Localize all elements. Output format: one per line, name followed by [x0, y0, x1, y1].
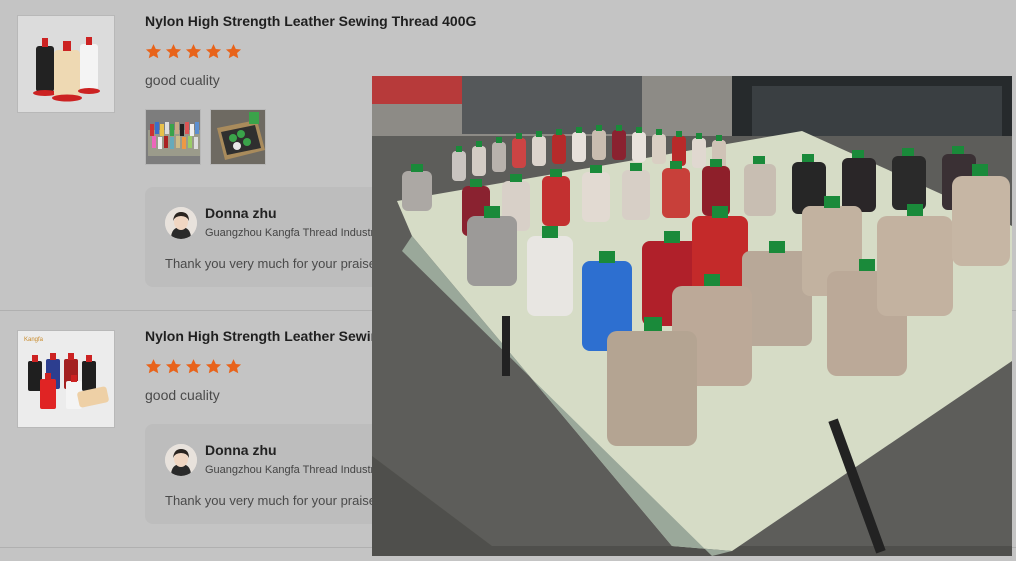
reply-message: Thank you very much for your praise [165, 493, 376, 508]
reply-message: Thank you very much for your praise [165, 256, 376, 271]
reply-author-name: Donna zhu [205, 442, 277, 458]
star-icon [205, 359, 222, 374]
reply-author-company: Guangzhou Kangfa Thread Industry [205, 464, 380, 476]
star-icon [225, 359, 242, 374]
star-icon [205, 44, 222, 59]
review-photo-thread-box[interactable] [210, 109, 266, 165]
rating-stars [145, 358, 242, 375]
star-icon [185, 359, 202, 374]
photo-lightbox[interactable] [372, 76, 1012, 556]
star-icon [145, 359, 162, 374]
star-icon [225, 44, 242, 59]
rating-stars [145, 43, 242, 60]
product-title[interactable]: Nylon High Strength Leather Sewing Threa… [145, 13, 476, 29]
star-icon [185, 44, 202, 59]
reply-author-company: Guangzhou Kangfa Thread Industry [205, 227, 380, 239]
review-photo-thread-stall[interactable] [145, 109, 201, 165]
enlarged-review-photo [372, 76, 1012, 556]
star-icon [145, 44, 162, 59]
star-icon [165, 359, 182, 374]
product-thumbnail[interactable] [17, 15, 115, 113]
review-comment: good cuality [145, 72, 220, 88]
review-photos [145, 109, 266, 165]
star-icon [165, 44, 182, 59]
thumbnail-brand-text: Kangfa [24, 337, 44, 343]
avatar [165, 207, 197, 239]
seller-reply: Donna zhu Guangzhou Kangfa Thread Indust… [145, 424, 405, 524]
avatar [165, 444, 197, 476]
review-comment: good cuality [145, 387, 220, 403]
product-thumbnail[interactable]: Kangfa [17, 330, 115, 428]
seller-reply: Donna zhu Guangzhou Kangfa Thread Indust… [145, 187, 405, 287]
reply-author-name: Donna zhu [205, 205, 277, 221]
